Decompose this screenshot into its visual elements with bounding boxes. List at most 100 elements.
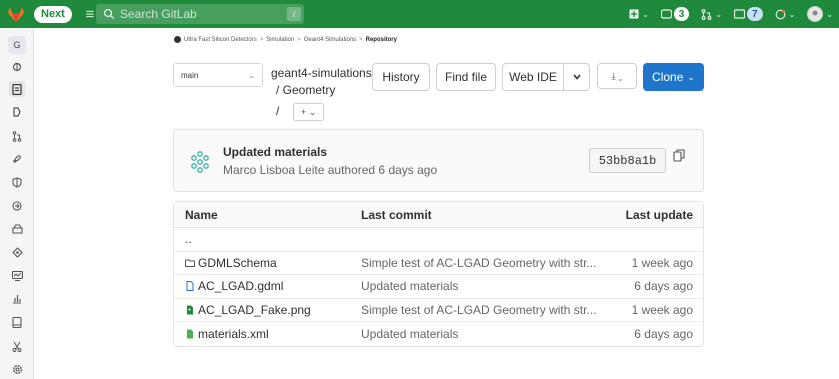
breadcrumb-item-project[interactable]: Geant4 Simulations [304, 37, 356, 43]
gitlab-logo-icon[interactable] [5, 3, 27, 25]
row-commit-message[interactable]: Updated materials [361, 327, 621, 341]
merge-request-icon[interactable] [9, 128, 25, 144]
chevron-down-icon: ⌄ [248, 70, 255, 80]
topbar-actions: ⌄ 3 ⌄ 7 ⌄ ⌄ [617, 0, 833, 28]
row-commit-message[interactable]: Updated materials [361, 279, 621, 293]
header-last-commit: Last commit [361, 207, 432, 222]
merge-requests-button[interactable]: ⌄ [701, 8, 723, 20]
row-updated: 6 days ago [634, 326, 693, 341]
breadcrumb-current: Repository [365, 36, 397, 43]
user-avatar-icon [812, 10, 818, 16]
table-row[interactable]: AC_LGAD_Fake.png Simple test of AC-LGAD … [174, 299, 703, 322]
user-avatar [807, 6, 824, 22]
search-input[interactable] [115, 7, 287, 21]
header-name: Name [185, 207, 218, 222]
chevron-down-icon: ⌄ [788, 9, 796, 19]
table-row[interactable]: materials.xml Updated materials 6 days a… [174, 322, 703, 346]
find-file-button[interactable]: Find file [436, 63, 496, 91]
history-button[interactable]: History [372, 63, 430, 91]
help-icon [775, 9, 785, 19]
todos-count-badge: 7 [747, 7, 763, 21]
file-name-link[interactable]: materials.xml [198, 327, 269, 341]
row-updated: 1 week ago [631, 302, 693, 317]
file-tree-table: Name Last commit Last update .. GDMLSche… [173, 201, 704, 347]
chevron-down-icon: ⌄ [687, 71, 695, 82]
plus-square-icon [629, 9, 639, 19]
path-separator: / [276, 104, 280, 118]
infrastructure-icon[interactable] [9, 244, 25, 260]
breadcrumb-separator: > [359, 36, 363, 43]
table-row[interactable]: GDMLSchema Simple test of AC-LGAD Geomet… [174, 252, 703, 275]
clone-button[interactable]: Clone ⌄ [643, 63, 704, 91]
settings-icon[interactable] [9, 361, 25, 377]
table-row[interactable]: AC_LGAD.gdml Updated materials 6 days ag… [174, 275, 703, 299]
shield-icon[interactable] [9, 174, 25, 190]
add-to-tree-button[interactable]: + ⌄ [293, 103, 324, 121]
rocket-icon[interactable] [9, 151, 25, 167]
web-ide-button[interactable]: Web IDE [502, 63, 564, 91]
header-last-update: Last update [625, 207, 693, 222]
commit-sha[interactable]: 53bb8a1b [589, 148, 666, 173]
issues-button[interactable]: 3 [660, 7, 690, 21]
chevron-down-icon: ⌄ [826, 9, 833, 19]
search-box[interactable]: / [96, 4, 304, 24]
last-commit-card: Updated materials Marco Lisboa Leite aut… [173, 129, 704, 192]
row-commit-message[interactable]: Simple test of AC-LGAD Geometry with str… [361, 256, 621, 270]
project-avatar[interactable]: G [8, 36, 26, 54]
wiki-icon[interactable] [9, 314, 25, 330]
todo-icon [734, 9, 746, 19]
branch-name: main [181, 70, 199, 80]
issues-count-badge: 3 [673, 7, 690, 21]
row-commit-message[interactable]: Simple test of AC-LGAD Geometry with str… [361, 303, 621, 317]
analytics-icon[interactable] [9, 291, 25, 307]
chevron-down-icon: ⌄ [715, 9, 723, 19]
repository-icon[interactable] [9, 81, 25, 97]
search-shortcut-hint: / [287, 7, 301, 21]
commit-title[interactable]: Updated materials [223, 145, 327, 159]
parent-directory-link[interactable]: .. [174, 232, 361, 246]
download-button[interactable]: ⤓ ⌄ [597, 63, 637, 89]
group-avatar [174, 36, 181, 43]
search-icon [103, 8, 114, 19]
file-name-link[interactable]: AC_LGAD_Fake.png [198, 303, 311, 317]
next-badge[interactable]: Next [34, 5, 72, 23]
copy-icon [673, 149, 685, 162]
breadcrumb-separator: > [297, 36, 301, 43]
xml-file-icon [187, 329, 193, 339]
project-overview-icon[interactable] [9, 59, 25, 75]
create-new-button[interactable]: ⌄ [629, 9, 649, 19]
todos-button[interactable]: 7 [734, 7, 763, 21]
chevron-down-icon: ⌄ [642, 9, 649, 19]
path-root-link[interactable]: geant4-simulations [271, 65, 372, 82]
web-ide-dropdown-toggle[interactable] [564, 63, 590, 91]
commit-meta: Marco Lisboa Leite authored 6 days ago [223, 163, 438, 177]
commit-author-avatar[interactable] [188, 150, 212, 174]
row-updated: 6 days ago [634, 279, 693, 294]
breadcrumb-item-group[interactable]: Ultra Fast Silicon Detectors [184, 37, 257, 43]
chevron-down-icon [572, 74, 581, 80]
user-menu-button[interactable]: ⌄ [807, 6, 833, 22]
breadcrumb-separator: > [259, 36, 264, 43]
copy-sha-button[interactable] [666, 143, 692, 168]
snippets-icon[interactable] [9, 338, 25, 354]
folder-icon [185, 259, 195, 267]
package-icon[interactable] [9, 221, 25, 237]
table-header-row: Name Last commit Last update [174, 202, 703, 228]
deployments-icon[interactable] [9, 198, 25, 214]
parent-directory-row[interactable]: .. [174, 228, 703, 252]
top-navbar: Next ≡ / ⌄ 3 [0, 0, 839, 28]
monitor-icon[interactable] [9, 268, 25, 284]
file-name-link[interactable]: GDMLSchema [198, 256, 277, 270]
breadcrumb-item-subgroup[interactable]: Simulation [266, 37, 294, 43]
path-geometry[interactable]: / Geometry [276, 83, 335, 97]
help-button[interactable]: ⌄ [775, 9, 796, 20]
file-icon [186, 281, 194, 292]
file-name-link[interactable]: AC_LGAD.gdml [198, 279, 283, 293]
image-file-icon [187, 305, 193, 315]
row-updated: 1 week ago [631, 255, 693, 270]
branch-selector[interactable]: main ⌄ [173, 63, 263, 87]
issues-icon [660, 9, 672, 19]
issues-icon[interactable] [9, 104, 25, 120]
breadcrumb: Ultra Fast Silicon Detectors > Simulatio… [174, 36, 397, 43]
clone-label: Clone [652, 70, 684, 84]
